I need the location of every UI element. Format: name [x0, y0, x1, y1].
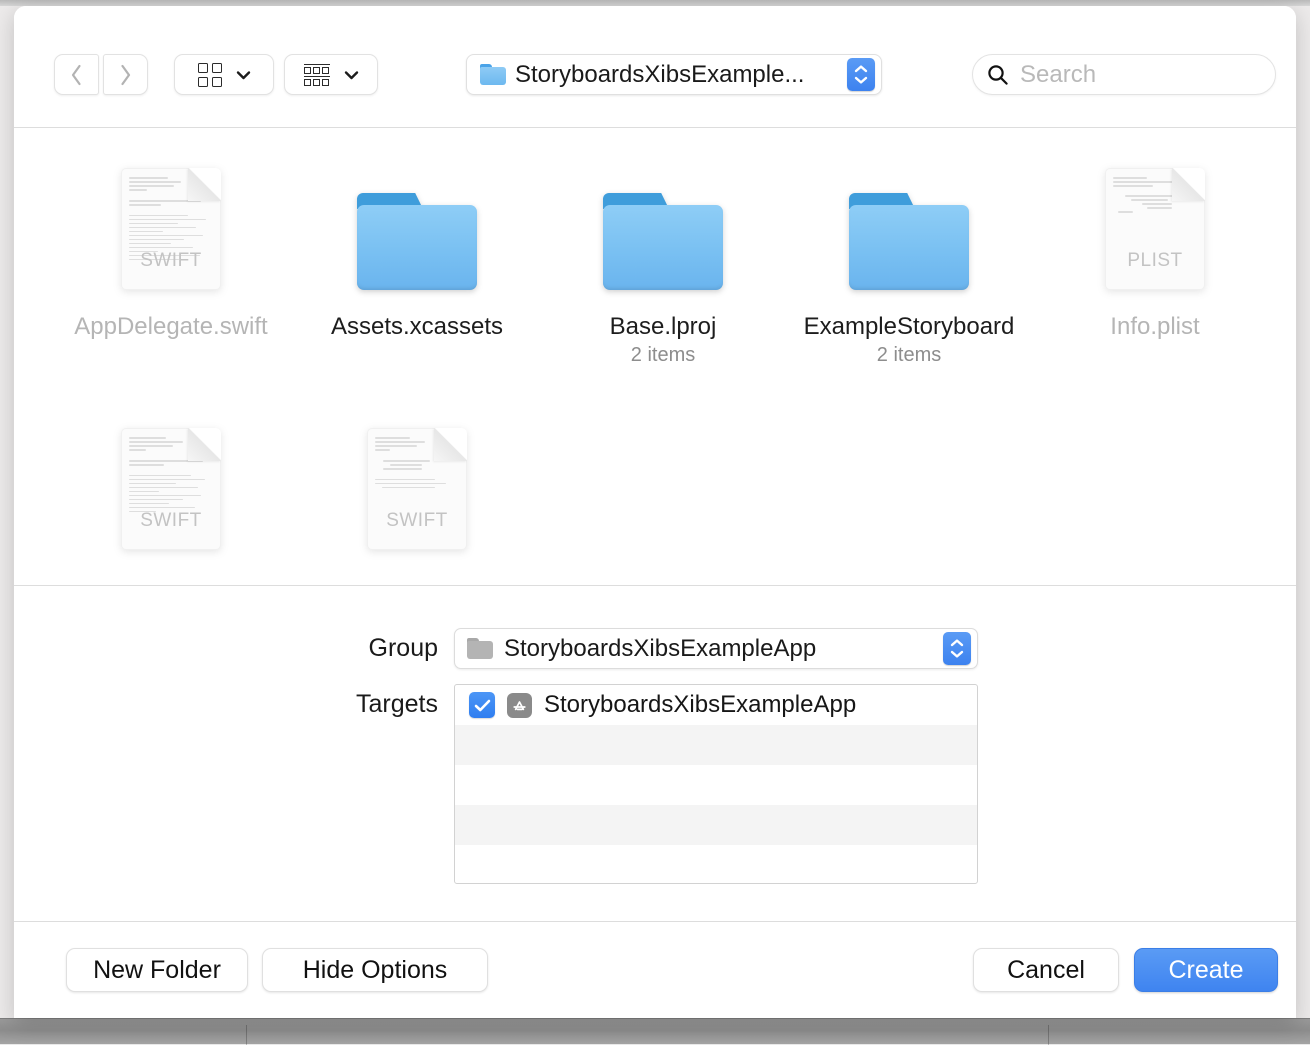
file-item[interactable]: Base.lproj 2 items [540, 154, 786, 414]
file-item[interactable]: SWIFT AppDelegate.swift [48, 154, 294, 414]
gray-folder-icon [467, 638, 493, 659]
folder-icon [849, 193, 969, 290]
group-row: Group StoryboardsXibsExampleApp [14, 628, 1296, 669]
folder-icon [357, 193, 477, 290]
table-row[interactable]: StoryboardsXibsExampleApp [455, 685, 977, 725]
window-bottom-edge [0, 1018, 1310, 1044]
dialog-footer: New Folder Hide Options Cancel Create [14, 922, 1296, 1018]
grid-view-icon [198, 63, 222, 87]
location-stepper-icon[interactable] [847, 58, 875, 91]
back-button[interactable] [54, 54, 99, 95]
chevron-left-icon [70, 64, 83, 86]
file-subtitle: 2 items [877, 344, 941, 367]
table-row[interactable] [455, 845, 977, 884]
chevron-down-icon [344, 70, 359, 80]
group-stepper-icon[interactable] [943, 632, 971, 665]
target-checkbox[interactable] [469, 692, 495, 718]
forward-button[interactable] [103, 54, 148, 95]
file-item[interactable]: PLIST Info.plist [1032, 154, 1278, 414]
save-file-dialog: StoryboardsXibsExample... [14, 6, 1296, 1018]
table-row[interactable] [455, 765, 977, 805]
target-name-label: StoryboardsXibsExampleApp [544, 691, 856, 719]
file-kind-label: SWIFT [121, 250, 221, 272]
checkmark-icon [474, 699, 491, 712]
create-button[interactable]: Create [1134, 948, 1278, 992]
file-name-label: Base.lproj [556, 312, 770, 342]
options-panel: Group StoryboardsXibsExampleApp Targets [14, 586, 1296, 922]
targets-table[interactable]: StoryboardsXibsExampleApp [454, 684, 978, 884]
table-row[interactable] [455, 805, 977, 845]
blue-folder-icon [480, 64, 506, 85]
table-row[interactable] [455, 725, 977, 765]
group-popup-button[interactable]: StoryboardsXibsExampleApp [454, 628, 978, 669]
file-kind-label: SWIFT [121, 510, 221, 532]
file-subtitle: 2 items [631, 344, 695, 367]
file-kind-label: SWIFT [367, 510, 467, 532]
swift-document-icon: SWIFT [367, 428, 467, 550]
file-item[interactable]: ExampleStoryboard 2 items [786, 154, 1032, 414]
new-folder-button[interactable]: New Folder [66, 948, 248, 992]
file-item[interactable]: SWIFT [294, 414, 540, 586]
file-item[interactable]: SWIFT [48, 414, 294, 586]
file-grid: SWIFT AppDelegate.swift Assets.xcassets [48, 154, 1278, 586]
file-browser[interactable]: SWIFT AppDelegate.swift Assets.xcassets [14, 128, 1296, 586]
targets-label: Targets [14, 684, 454, 719]
targets-row: Targets StoryboardsXibsExampleApp [14, 684, 1296, 884]
search-field[interactable] [972, 54, 1276, 95]
file-name-label: AppDelegate.swift [64, 312, 278, 342]
folder-icon [603, 193, 723, 290]
search-input[interactable] [1020, 61, 1261, 89]
file-name-label: Info.plist [1048, 312, 1262, 342]
swift-document-icon: SWIFT [121, 428, 221, 550]
file-name-label: ExampleStoryboard [802, 312, 1016, 342]
file-kind-label: PLIST [1105, 250, 1205, 272]
cancel-button[interactable]: Cancel [973, 948, 1119, 992]
file-item[interactable]: Assets.xcassets [294, 154, 540, 414]
app-store-icon [507, 693, 532, 718]
location-popup-button[interactable]: StoryboardsXibsExample... [466, 54, 882, 95]
group-label: Group [14, 634, 454, 663]
chevron-down-icon [236, 70, 251, 80]
group-value-label: StoryboardsXibsExampleApp [504, 635, 943, 663]
dialog-toolbar: StoryboardsXibsExample... [14, 6, 1296, 128]
icon-view-button[interactable] [174, 54, 274, 95]
location-popup-label: StoryboardsXibsExample... [515, 61, 847, 89]
chevron-right-icon [119, 64, 132, 86]
swift-document-icon: SWIFT [121, 168, 221, 290]
file-name-label: Assets.xcassets [310, 312, 524, 342]
list-view-icon [304, 64, 330, 86]
list-view-button[interactable] [284, 54, 378, 95]
plist-document-icon: PLIST [1105, 168, 1205, 290]
hide-options-button[interactable]: Hide Options [262, 948, 488, 992]
search-icon [987, 64, 1009, 86]
